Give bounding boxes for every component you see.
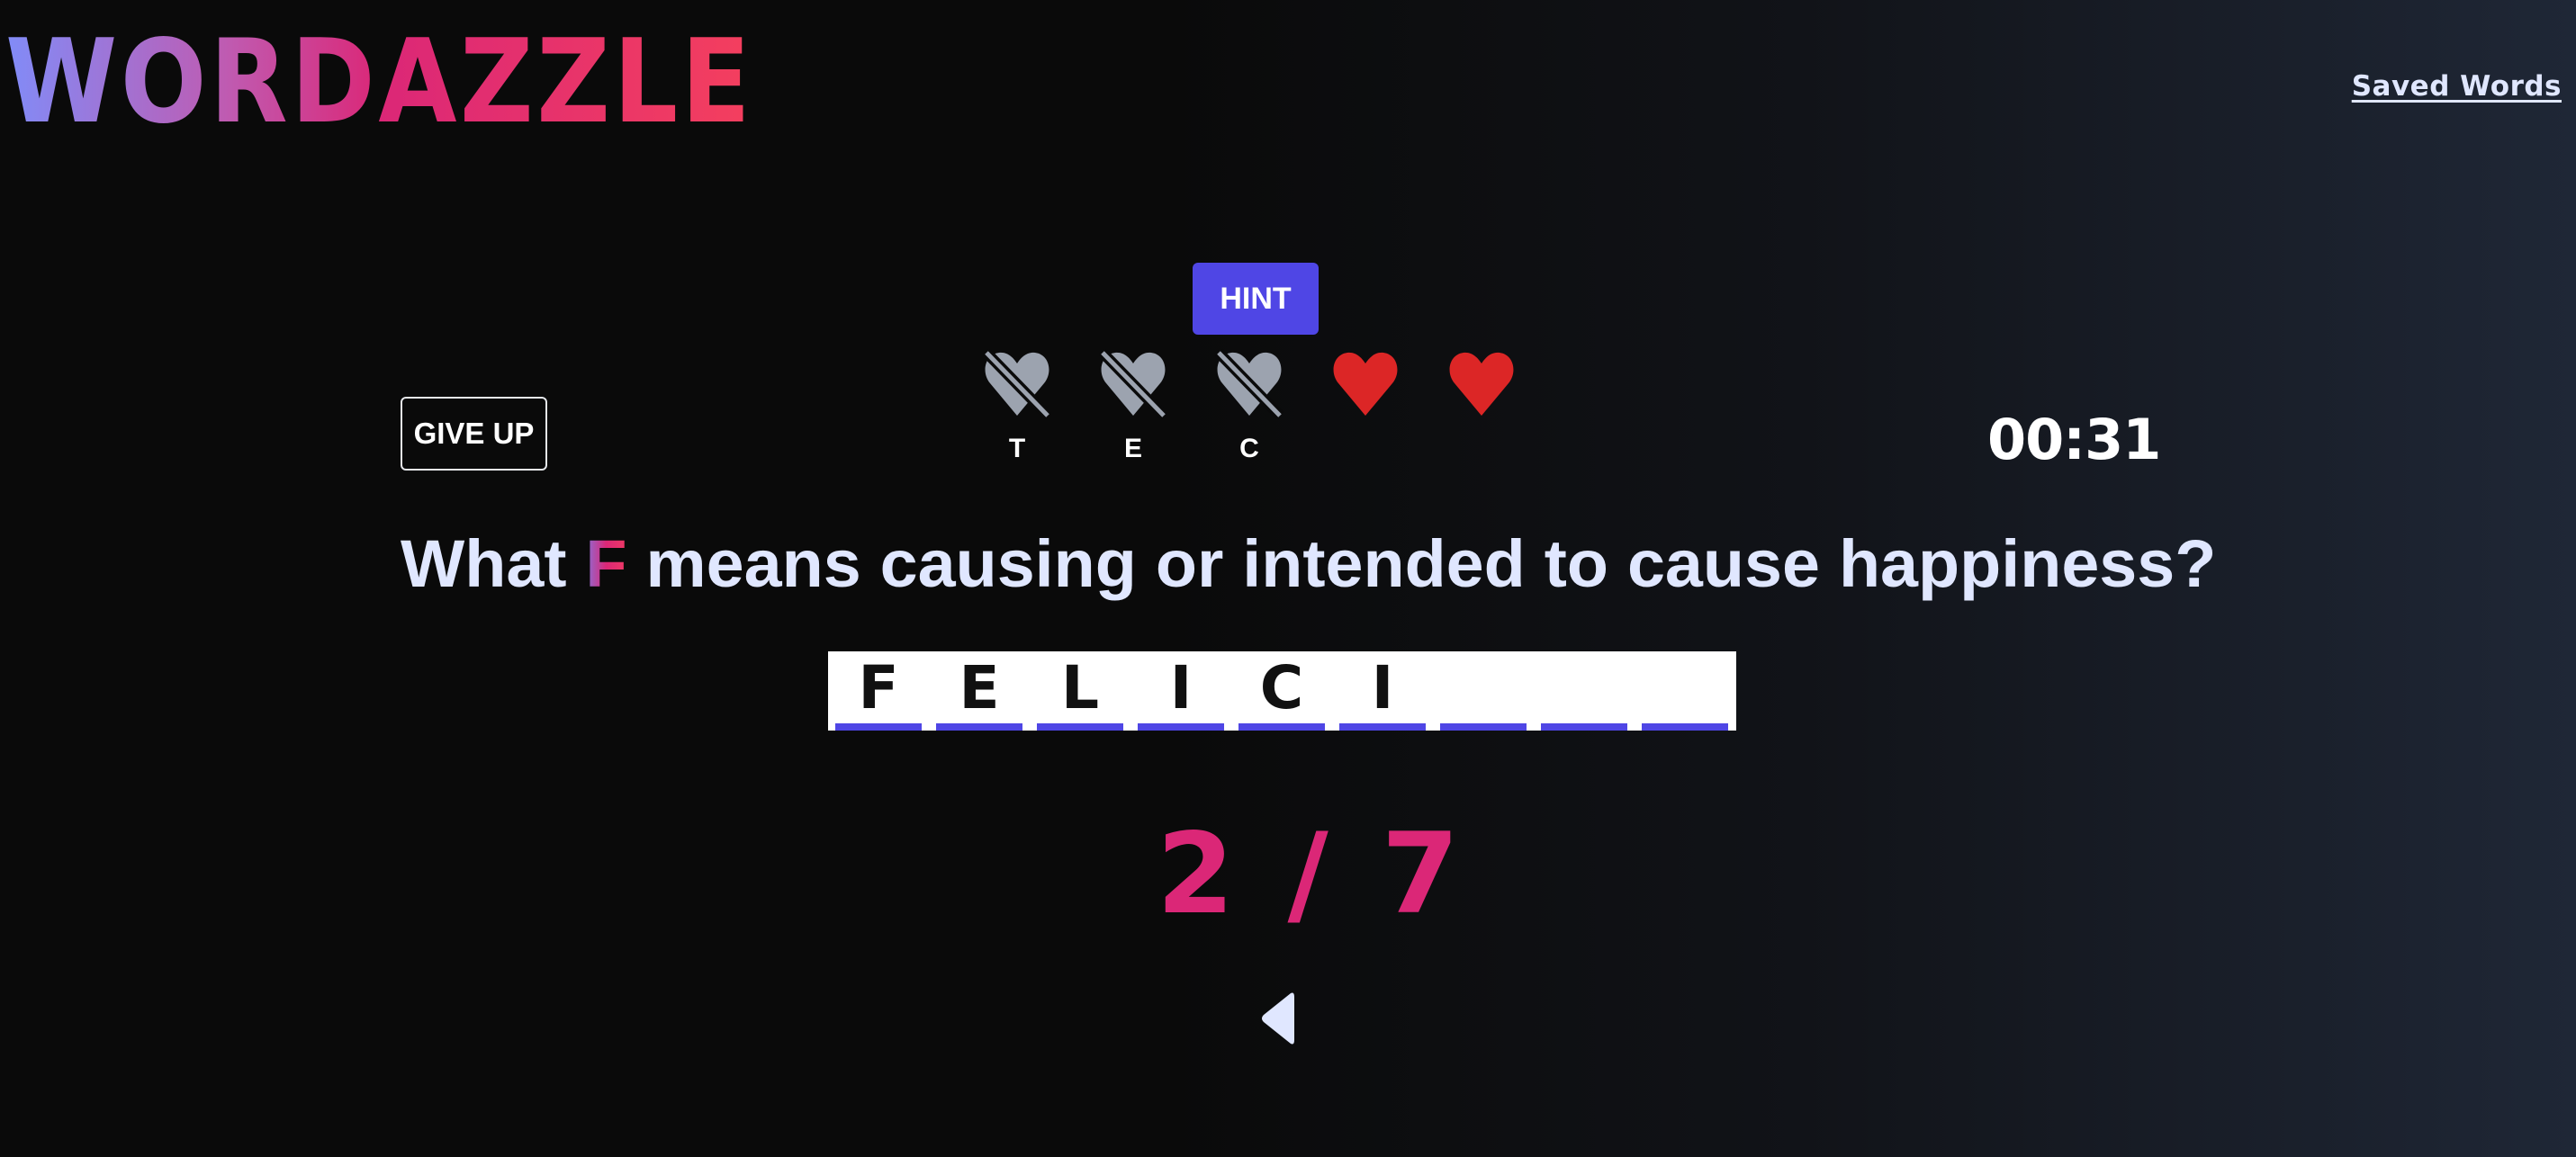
slot-letter: F [858, 653, 899, 722]
slot-underline [1541, 723, 1627, 731]
slot-letter: E [959, 653, 1000, 722]
life-5 [1446, 349, 1518, 462]
back-button[interactable] [1258, 990, 1296, 1047]
missed-letter: E [1123, 434, 1142, 463]
missed-letter: C [1239, 434, 1259, 463]
life-2: E [1097, 349, 1169, 462]
slot-underline [1642, 723, 1728, 731]
slot-letter: I [1371, 653, 1394, 722]
life-1: T [981, 349, 1053, 462]
question-prefix: What [401, 526, 586, 601]
letter-slot: C [1238, 651, 1325, 731]
slot-underline [1440, 723, 1527, 731]
hint-button[interactable]: HINT [1193, 263, 1319, 335]
question-start-letter: F [585, 526, 627, 601]
life-3: C [1213, 349, 1285, 462]
lives-indicator: T E C [981, 349, 1518, 462]
heart-icon [1333, 352, 1398, 416]
letter-slot: I [1339, 651, 1426, 731]
letter-slot [1642, 651, 1728, 731]
slot-underline [1138, 723, 1224, 731]
question-text: What F means causing or intended to caus… [401, 525, 2216, 602]
letter-slot [1541, 651, 1627, 731]
saved-words-link[interactable]: Saved Words [2352, 70, 2562, 103]
question-suffix: means causing or intended to cause happi… [626, 526, 2217, 601]
slot-letter: C [1259, 653, 1304, 722]
question-progress: 2 / 7 [1157, 810, 1467, 939]
countdown-timer: 00:31 [1987, 407, 2161, 472]
slot-underline [1238, 723, 1325, 731]
slot-underline [936, 723, 1022, 731]
letter-slot: E [936, 651, 1022, 731]
app-logo: WORDAZZLE [5, 15, 754, 149]
heart-off-icon [982, 349, 1052, 419]
slot-underline [835, 723, 922, 731]
heart-icon [1449, 352, 1514, 416]
slot-letter: L [1060, 653, 1100, 722]
slot-underline [1339, 723, 1426, 731]
letter-slot [1440, 651, 1527, 731]
letter-slot: F [835, 651, 922, 731]
heart-off-icon [1098, 349, 1168, 419]
answer-input[interactable]: F E L I C I [828, 651, 1736, 731]
triangle-left-icon [1262, 992, 1294, 1045]
slot-letter: I [1169, 653, 1193, 722]
give-up-button[interactable]: GIVE UP [401, 397, 547, 471]
slot-underline [1037, 723, 1123, 731]
heart-off-icon [1214, 349, 1284, 419]
life-4 [1329, 349, 1401, 462]
letter-slot: I [1138, 651, 1224, 731]
letter-slot: L [1037, 651, 1123, 731]
missed-letter: T [1008, 434, 1026, 463]
